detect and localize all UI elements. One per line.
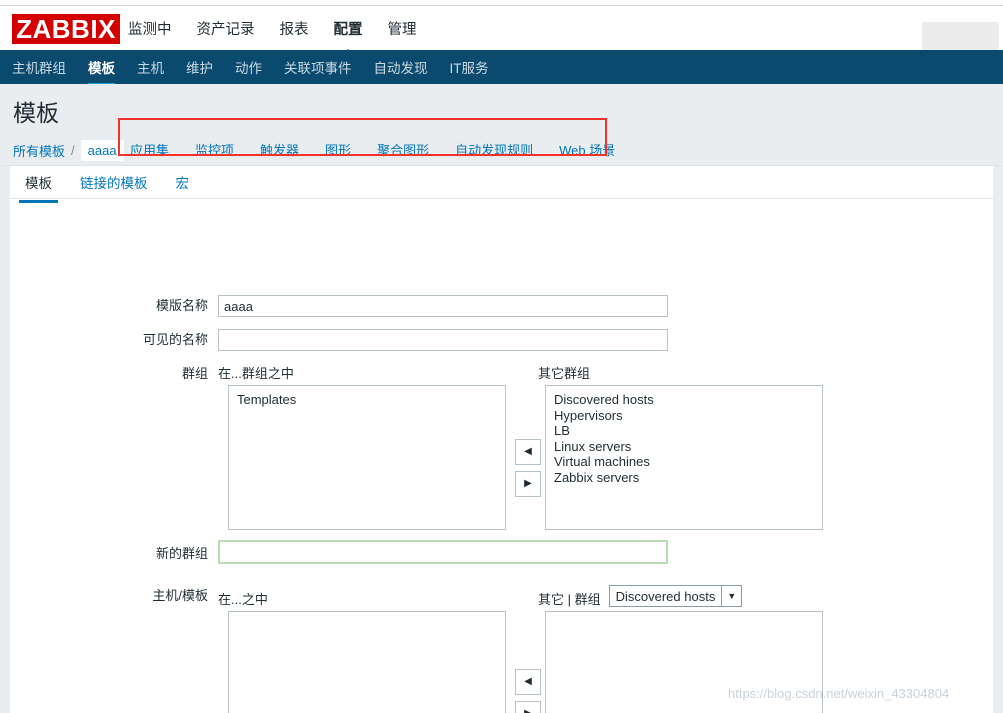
object-tab-web-scenarios[interactable]: Web 场景 (559, 140, 615, 159)
main-nav-item-inventory[interactable]: 资产记录 (197, 6, 255, 52)
form-tabs: 模板 链接的模板 宏 (10, 166, 993, 203)
groups-move-left-button[interactable]: ◀ (515, 439, 541, 465)
main-nav-item-monitoring[interactable]: 监测中 (128, 6, 172, 52)
host-templates-group-select-value: Discovered hosts (615, 588, 716, 604)
field-row-groups-labels: 群组 在...群组之中 其它群组 (10, 363, 590, 382)
label-host-templates-other: 其它 | 群组 (538, 592, 601, 607)
template-form-panel: 模板 链接的模板 宏 模版名称 可见的名称 群组 在...群组之 (10, 166, 993, 713)
main-nav: 监测中 资产记录 报表 配置 管理 (128, 6, 417, 56)
groups-transfer-buttons: ◀ ▶ (515, 439, 541, 497)
template-name-input[interactable] (218, 295, 668, 317)
new-group-input[interactable] (218, 540, 668, 564)
object-tabs: 应用集 监控项 触发器 图形 聚合图形 自动发现规则 Web 场景 (130, 140, 615, 159)
form-tab-linked-templates[interactable]: 链接的模板 (77, 166, 151, 202)
object-tab-discovery-rules[interactable]: 自动发现规则 (455, 140, 533, 159)
header-right-placeholder (922, 22, 999, 50)
field-row-new-group: 新的群组 (10, 540, 668, 564)
object-tab-graphs[interactable]: 图形 (325, 140, 351, 159)
label-visible-name: 可见的名称 (142, 332, 208, 347)
breadcrumb-current-template[interactable]: aaaa (80, 140, 124, 161)
chevron-down-icon: ▼ (721, 586, 741, 606)
field-row-template-name: 模版名称 (10, 295, 668, 317)
object-tab-triggers[interactable]: 触发器 (260, 140, 299, 159)
page-title: 模板 (13, 100, 59, 126)
sub-nav-item-actions[interactable]: 动作 (235, 49, 262, 86)
sub-nav-item-maintenance[interactable]: 维护 (186, 49, 213, 86)
object-tab-items[interactable]: 监控项 (195, 140, 234, 159)
object-tab-applications[interactable]: 应用集 (130, 140, 169, 159)
host-templates-move-left-button[interactable]: ◀ (515, 669, 541, 695)
list-item[interactable]: LB (554, 423, 814, 439)
list-item[interactable]: Virtual machines (554, 454, 814, 470)
triangle-right-icon: ▶ (524, 478, 532, 489)
breadcrumb: 所有模板 / aaaa (13, 140, 124, 161)
object-tab-screens[interactable]: 聚合图形 (377, 140, 429, 159)
sub-nav-item-it-services[interactable]: IT服务 (450, 49, 489, 86)
host-templates-move-right-button[interactable]: ▶ (515, 701, 541, 713)
triangle-left-icon: ◀ (524, 446, 532, 457)
sub-nav-item-discovery[interactable]: 自动发现 (374, 49, 428, 86)
form-tab-template[interactable]: 模板 (19, 166, 58, 203)
label-groups-other: 其它群组 (538, 366, 591, 381)
triangle-left-icon: ◀ (524, 676, 532, 687)
field-row-visible-name: 可见的名称 (10, 329, 668, 351)
label-template-name: 模版名称 (155, 298, 208, 313)
breadcrumb-separator: / (71, 143, 75, 158)
list-item[interactable]: Templates (237, 392, 497, 408)
visible-name-input[interactable] (218, 329, 668, 351)
list-item[interactable]: Zabbix servers (554, 470, 814, 486)
main-nav-item-configuration[interactable]: 配置 (334, 6, 363, 56)
sub-nav-item-correlation[interactable]: 关联项事件 (284, 49, 352, 86)
sub-nav: 主机群组 模板 主机 维护 动作 关联项事件 自动发现 IT服务 (0, 49, 1003, 86)
breadcrumb-all-templates[interactable]: 所有模板 (13, 141, 65, 160)
label-host-templates-in: 在...之中 (218, 592, 268, 607)
groups-other-listbox[interactable]: Discovered hosts Hypervisors LB Linux se… (545, 385, 823, 530)
main-nav-item-reports[interactable]: 报表 (280, 6, 309, 52)
main-nav-item-administration[interactable]: 管理 (388, 6, 417, 52)
form-tab-macros[interactable]: 宏 (173, 166, 193, 202)
sub-nav-item-templates[interactable]: 模板 (88, 49, 115, 86)
host-templates-group-select[interactable]: Discovered hosts ▼ (608, 585, 743, 607)
list-item[interactable]: Hypervisors (554, 408, 814, 424)
host-templates-other-listbox[interactable] (545, 611, 823, 713)
breadcrumb-row: 所有模板 / aaaa 应用集 监控项 触发器 图形 聚合图形 自动发现规则 W… (0, 132, 1003, 166)
groups-move-right-button[interactable]: ▶ (515, 471, 541, 497)
groups-in-listbox[interactable]: Templates (228, 385, 506, 530)
host-templates-in-listbox[interactable] (228, 611, 506, 713)
label-groups-in: 在...群组之中 (218, 366, 294, 381)
list-item[interactable]: Discovered hosts (554, 392, 814, 408)
field-row-host-templates-labels: 主机/模板 在...之中 其它 | 群组 Discovered hosts ▼ (10, 585, 743, 608)
list-item[interactable]: Linux servers (554, 439, 814, 455)
sub-nav-item-hosts[interactable]: 主机 (137, 49, 164, 86)
triangle-right-icon: ▶ (524, 709, 532, 713)
zabbix-app-window: ZABBIX 监测中 资产记录 报表 配置 管理 主机群组 模板 主机 维护 动… (0, 0, 1003, 713)
label-groups: 群组 (181, 366, 208, 381)
label-host-templates: 主机/模板 (152, 588, 208, 603)
label-new-group: 新的群组 (155, 546, 208, 561)
page-body: 模板 所有模板 / aaaa 应用集 监控项 触发器 图形 聚合图形 自动发现规… (0, 84, 1003, 713)
zabbix-logo[interactable]: ZABBIX (12, 14, 120, 44)
host-templates-transfer-buttons: ◀ ▶ (515, 669, 541, 713)
sub-nav-item-host-groups[interactable]: 主机群组 (12, 49, 66, 86)
app-header: ZABBIX 监测中 资产记录 报表 配置 管理 (0, 6, 1003, 56)
